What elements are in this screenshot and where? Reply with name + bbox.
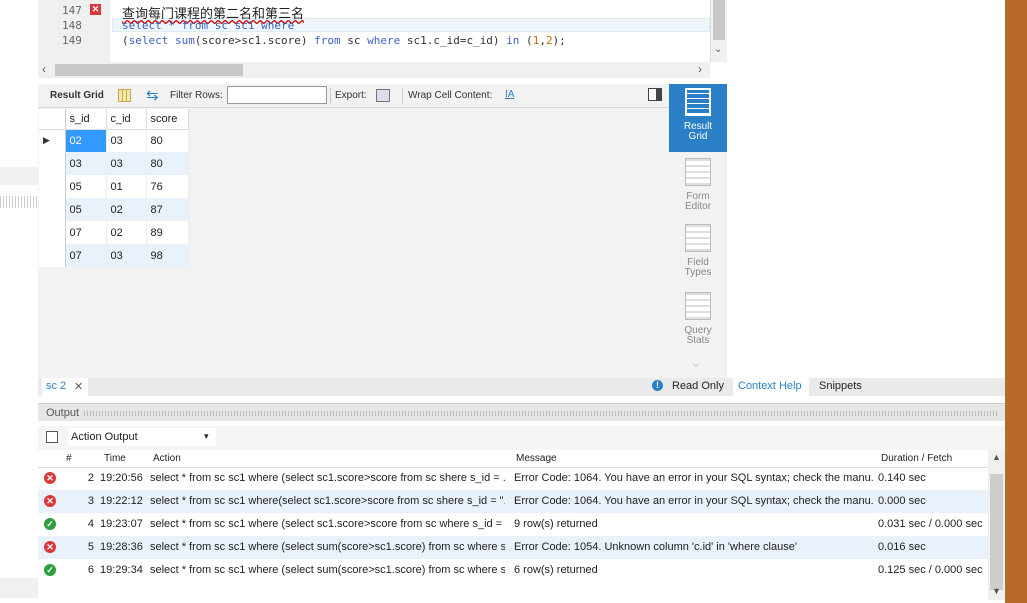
context-help-label[interactable]: Context Help (738, 380, 802, 392)
grid-cell[interactable]: 07 (65, 244, 107, 267)
grid-cell[interactable]: 05 (65, 175, 107, 198)
result-grid-label: Result Grid (50, 90, 104, 101)
scroll-thumb[interactable] (990, 474, 1003, 590)
output-header: Output (38, 403, 1005, 421)
row-header-corner (39, 109, 66, 130)
field-types-icon (685, 224, 711, 252)
chevron-left-icon[interactable]: ‹ (42, 62, 46, 76)
grid-cell[interactable]: 98 (146, 244, 189, 267)
line-number: 149 (62, 34, 82, 47)
grid-icon[interactable] (118, 89, 131, 102)
code-line-149[interactable]: (select sum(score>sc1.score) from sc whe… (122, 34, 566, 47)
filter-rows-input[interactable] (227, 86, 327, 104)
dropdown-arrow-icon: ▾ (204, 431, 209, 441)
left-sidebar-strip (0, 0, 38, 603)
tab-snippets[interactable]: Snippets (819, 380, 862, 392)
success-icon: ✓ (44, 564, 56, 576)
output-row[interactable]: ✓ 6 19:29:34 select * from sc sc1 where … (38, 559, 988, 582)
output-row[interactable]: ✕ 3 19:22:12 select * from sc sc1 where(… (38, 490, 988, 513)
grid-cell[interactable]: 03 (106, 244, 147, 267)
grid-cell[interactable]: 03 (106, 129, 147, 152)
output-toolbar: Action Output ▾ (38, 426, 1005, 450)
read-only-label: Read Only (672, 380, 724, 392)
output-row[interactable]: ✕ 5 19:28:36 select * from sc sc1 where … (38, 536, 988, 559)
field-types-button[interactable]: Field Types (669, 224, 727, 288)
table-row[interactable]: 05 01 76 (39, 175, 189, 198)
scroll-thumb[interactable] (55, 64, 243, 76)
grid-cell[interactable]: 03 (65, 152, 107, 175)
grid-cell[interactable]: 02 (65, 129, 107, 152)
chevron-right-icon[interactable]: › (698, 62, 702, 76)
tab-sc2[interactable]: sc 2 ✕ (42, 378, 88, 396)
grid-cell[interactable]: 76 (146, 175, 189, 198)
export-label: Export: (335, 90, 367, 101)
refresh-icon[interactable]: ⇆ (146, 86, 159, 104)
output-table-header: # Time Action Message Duration / Fetch (38, 450, 988, 468)
grid-cell[interactable]: 02 (106, 198, 147, 221)
chevron-down-icon[interactable]: ⌄ (690, 354, 702, 371)
filter-rows-label: Filter Rows: (170, 90, 223, 101)
grid-cell[interactable]: 80 (146, 129, 189, 152)
column-header[interactable]: score (146, 109, 189, 130)
background-window-edge (1005, 0, 1027, 603)
chevron-down-icon[interactable]: ⌄ (714, 44, 722, 55)
error-icon: ✕ (44, 541, 56, 553)
wrap-icon[interactable]: IA (505, 89, 514, 100)
result-grid-icon (685, 88, 711, 116)
query-stats-button[interactable]: Query Stats (669, 292, 727, 356)
grid-cell[interactable]: 05 (65, 198, 107, 221)
toggle-panel-icon[interactable] (648, 88, 662, 101)
success-icon: ✓ (44, 518, 56, 530)
form-editor-icon (685, 158, 711, 186)
chevron-down-icon[interactable]: ▼ (992, 586, 1001, 596)
output-row[interactable]: ✕ 2 19:20:56 select * from sc sc1 where … (38, 467, 988, 490)
column-header[interactable]: c_id (106, 109, 147, 130)
grid-cell[interactable]: 87 (146, 198, 189, 221)
table-row[interactable]: 07 02 89 (39, 221, 189, 244)
error-icon: ✕ (44, 495, 56, 507)
scroll-thumb[interactable] (713, 0, 725, 40)
grid-cell[interactable]: 02 (106, 221, 147, 244)
export-icon[interactable] (376, 89, 390, 102)
output-row[interactable]: ✓ 4 19:23:07 select * from sc sc1 where … (38, 513, 988, 536)
output-type-select[interactable]: Action Output ▾ (68, 428, 216, 446)
row-pointer-icon: ▶ (39, 129, 66, 152)
query-stats-icon (685, 292, 711, 320)
copy-icon[interactable] (46, 431, 58, 443)
grid-cell[interactable]: 03 (106, 152, 147, 175)
form-editor-button[interactable]: Form Editor (669, 156, 727, 220)
column-header[interactable]: s_id (65, 109, 107, 130)
grid-cell[interactable]: 01 (106, 175, 147, 198)
table-row[interactable]: 07 03 98 (39, 244, 189, 267)
wrap-cell-label: Wrap Cell Content: (408, 90, 493, 101)
table-row[interactable]: 05 02 87 (39, 198, 189, 221)
info-icon: ! (652, 380, 663, 391)
chevron-up-icon[interactable]: ▲ (992, 452, 1001, 462)
close-icon[interactable]: ✕ (74, 380, 83, 393)
result-grid-button[interactable]: Result Grid (669, 84, 727, 152)
table-row[interactable]: 03 03 80 (39, 152, 189, 175)
result-grid[interactable]: s_id c_id score ▶ 02 03 80 03 03 80 05 0… (39, 109, 189, 267)
code-line-148[interactable]: select * from sc sc1 where (122, 19, 294, 32)
grid-cell[interactable]: 07 (65, 221, 107, 244)
error-icon: ✕ (44, 472, 56, 484)
error-x-icon[interactable]: ✕ (90, 4, 101, 15)
grid-cell[interactable]: 89 (146, 221, 189, 244)
editor-vertical-scrollbar[interactable]: ⌄ (710, 0, 727, 62)
result-toolbar: Result Grid ⇆ Filter Rows: Export: Wrap … (38, 84, 669, 108)
table-row[interactable]: ▶ 02 03 80 (39, 129, 189, 152)
grid-cell[interactable]: 80 (146, 152, 189, 175)
line-number: 148 (62, 19, 82, 32)
